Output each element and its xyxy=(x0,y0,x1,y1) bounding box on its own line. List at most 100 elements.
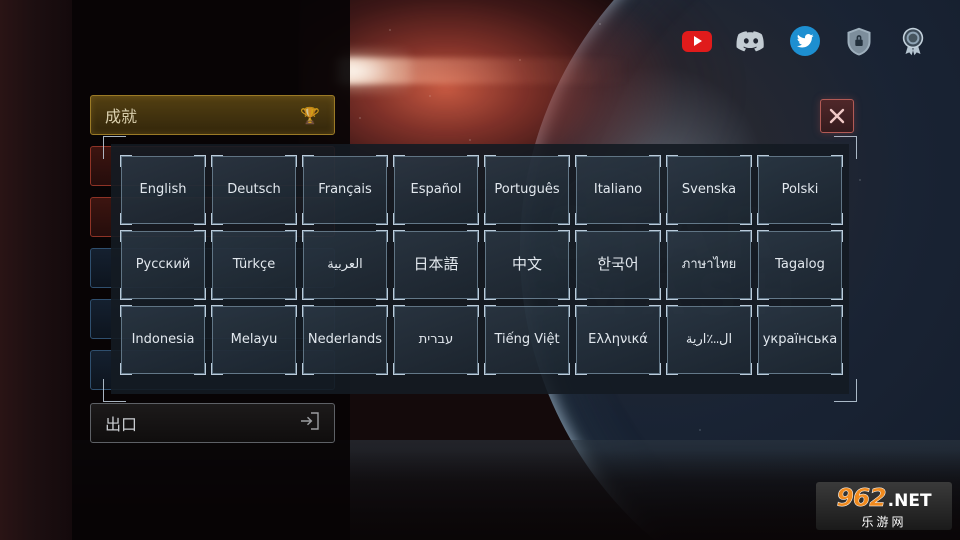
button-corner-br xyxy=(831,213,843,225)
button-corner-tl xyxy=(757,230,769,242)
button-corner-tr xyxy=(376,230,388,242)
language-label: Русский xyxy=(135,256,191,272)
language-option[interactable]: Svenska xyxy=(666,155,752,225)
discord-icon xyxy=(736,30,764,51)
button-corner-br xyxy=(740,213,752,225)
panel-corner-bottom-right xyxy=(834,379,857,402)
button-corner-bl xyxy=(575,288,587,300)
language-option[interactable]: Melayu xyxy=(211,305,297,375)
language-option[interactable]: 한국어 xyxy=(575,230,661,300)
button-corner-br xyxy=(649,363,661,375)
panel-corner-bottom-left xyxy=(103,379,126,402)
button-corner-tl xyxy=(484,305,496,317)
language-option[interactable]: 日本語 xyxy=(393,230,479,300)
youtube-icon xyxy=(682,30,712,52)
button-corner-br xyxy=(194,363,206,375)
language-option[interactable]: العربية xyxy=(302,230,388,300)
award-button[interactable] xyxy=(898,26,928,56)
language-option[interactable]: Ελληνικά xyxy=(575,305,661,375)
language-option[interactable]: Indonesia xyxy=(120,305,206,375)
button-corner-tl xyxy=(393,155,405,167)
button-corner-tl xyxy=(575,230,587,242)
button-corner-tr xyxy=(376,305,388,317)
button-corner-tl xyxy=(393,230,405,242)
button-corner-bl xyxy=(393,288,405,300)
button-corner-tr xyxy=(740,155,752,167)
game-screen: STAR SMASH xyxy=(0,0,960,540)
button-corner-br xyxy=(558,363,570,375)
language-option[interactable]: Español xyxy=(393,155,479,225)
discord-button[interactable] xyxy=(736,26,766,56)
youtube-button[interactable] xyxy=(682,26,712,56)
language-label: Deutsch xyxy=(227,181,281,197)
button-corner-tl xyxy=(575,305,587,317)
language-option[interactable]: עברית xyxy=(393,305,479,375)
button-corner-tl xyxy=(666,305,678,317)
exit-button[interactable]: 出口 xyxy=(90,403,335,443)
button-corner-tl xyxy=(302,230,314,242)
language-label: Melayu xyxy=(230,331,278,347)
language-label: Türkçe xyxy=(232,256,276,272)
privacy-shield-icon xyxy=(847,27,871,55)
watermark-chinese: 乐游网 xyxy=(861,514,907,529)
button-corner-bl xyxy=(211,288,223,300)
button-corner-tl xyxy=(211,155,223,167)
button-corner-bl xyxy=(302,363,314,375)
language-option[interactable]: Deutsch xyxy=(211,155,297,225)
button-corner-br xyxy=(285,363,297,375)
language-label: Italiano xyxy=(593,181,643,197)
button-corner-bl xyxy=(757,213,769,225)
language-option[interactable]: Tiếng Việt xyxy=(484,305,570,375)
language-label: 中文 xyxy=(511,255,542,274)
button-corner-tr xyxy=(558,155,570,167)
button-corner-bl xyxy=(302,213,314,225)
button-corner-bl xyxy=(302,288,314,300)
language-option[interactable]: Français xyxy=(302,155,388,225)
language-label: 한국어 xyxy=(597,255,639,274)
language-label: Nederlands xyxy=(307,331,383,347)
language-grid: English Deutsch Français Español Português It… xyxy=(120,155,843,375)
button-corner-tl xyxy=(120,305,132,317)
language-option[interactable]: ภาษาไทย xyxy=(666,230,752,300)
button-corner-tl xyxy=(302,305,314,317)
privacy-button[interactable] xyxy=(844,26,874,56)
language-label: Tiếng Việt xyxy=(494,331,560,347)
language-option[interactable]: ال؊ار؜ية xyxy=(666,305,752,375)
language-option[interactable]: українська xyxy=(757,305,843,375)
button-corner-br xyxy=(831,288,843,300)
button-corner-tr xyxy=(831,305,843,317)
button-corner-br xyxy=(376,288,388,300)
language-label: Français xyxy=(318,181,372,197)
close-dialog-button[interactable] xyxy=(820,99,854,133)
twitter-button[interactable] xyxy=(790,26,820,56)
menu-item-achievements[interactable]: 成就 🏆 xyxy=(90,95,335,135)
button-corner-tl xyxy=(757,155,769,167)
button-corner-tr xyxy=(740,305,752,317)
language-option[interactable]: Nederlands xyxy=(302,305,388,375)
button-corner-tr xyxy=(831,230,843,242)
trophy-icon: 🏆 xyxy=(300,105,320,125)
button-corner-tl xyxy=(120,155,132,167)
language-option[interactable]: Tagalog xyxy=(757,230,843,300)
language-label: 日本語 xyxy=(413,255,459,274)
button-corner-br xyxy=(285,213,297,225)
language-option[interactable]: English xyxy=(120,155,206,225)
language-option[interactable]: Português xyxy=(484,155,570,225)
button-corner-tr xyxy=(558,230,570,242)
language-option[interactable]: Italiano xyxy=(575,155,661,225)
button-corner-tr xyxy=(558,305,570,317)
button-corner-tr xyxy=(467,155,479,167)
language-label: ال؊ار؜ية xyxy=(685,331,733,347)
language-label: Polski xyxy=(781,181,819,197)
button-corner-bl xyxy=(666,288,678,300)
language-option[interactable]: 中文 xyxy=(484,230,570,300)
watermark-top-row: 962 .NET xyxy=(836,482,931,512)
button-corner-tl xyxy=(211,230,223,242)
language-option[interactable]: Русский xyxy=(120,230,206,300)
button-corner-br xyxy=(376,213,388,225)
language-option[interactable]: Türkçe xyxy=(211,230,297,300)
button-corner-br xyxy=(740,363,752,375)
language-option[interactable]: Polski xyxy=(757,155,843,225)
language-label: ภาษาไทย xyxy=(681,256,737,272)
language-label: українська xyxy=(762,331,838,347)
